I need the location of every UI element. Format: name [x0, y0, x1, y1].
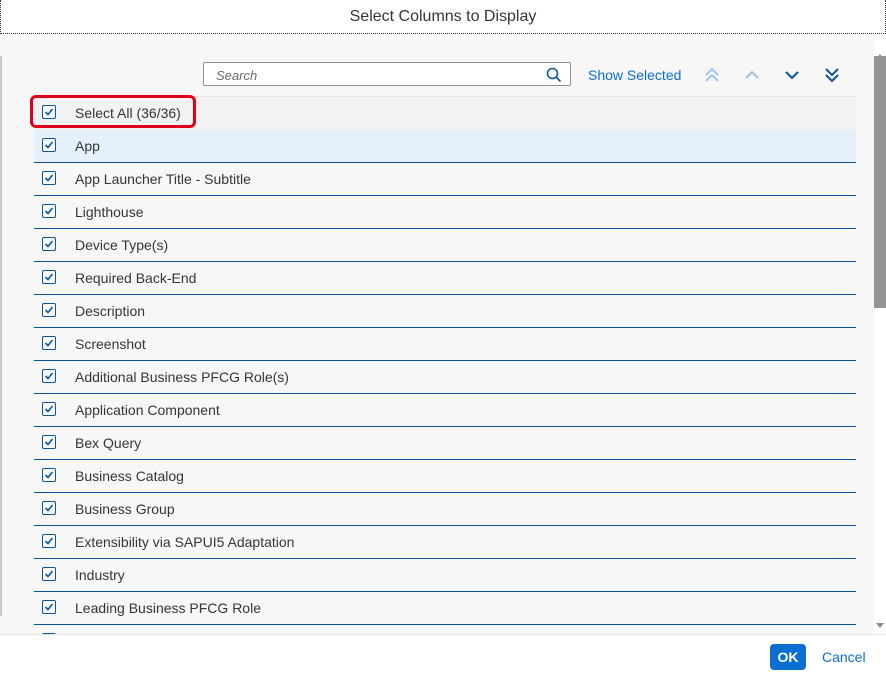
double-chevron-up-icon[interactable]: [703, 66, 721, 84]
column-label: Required Back-End: [75, 270, 197, 286]
search-input[interactable]: [214, 66, 538, 84]
column-checkbox[interactable]: [42, 171, 56, 185]
show-selected-button[interactable]: Show Selected: [588, 67, 681, 83]
scrollbar-thumb[interactable]: [874, 56, 886, 308]
column-list-item[interactable]: Business Catalog: [34, 460, 856, 493]
checkmark-icon: [44, 306, 54, 314]
column-label: Lighthouse: [75, 204, 144, 220]
column-label: Additional Business PFCG Role(s): [75, 369, 289, 385]
checkmark-icon: [44, 405, 54, 413]
column-list: Select All (36/36) App App Launcher Title…: [34, 96, 856, 634]
ok-button[interactable]: OK: [770, 644, 806, 670]
search-field[interactable]: [203, 62, 571, 86]
dialog-header: Select Columns to Display: [0, 0, 886, 34]
column-list-item[interactable]: Business Group: [34, 493, 856, 526]
checkmark-icon: [44, 174, 54, 182]
toolbar: Show Selected: [0, 62, 874, 88]
dialog-title: Select Columns to Display: [349, 8, 537, 25]
column-list-item[interactable]: Screenshot: [34, 328, 856, 361]
column-checkbox[interactable]: [42, 567, 56, 581]
annotation-highlight-box: [30, 95, 196, 128]
column-list-item[interactable]: App: [34, 130, 856, 163]
column-label: Business Group: [75, 501, 175, 517]
column-checkbox[interactable]: [42, 501, 56, 515]
column-label: Application Component: [75, 402, 220, 418]
cancel-button[interactable]: Cancel: [822, 649, 866, 665]
column-list-item[interactable]: Additional Business PFCG Role(s): [34, 361, 856, 394]
column-label: Business Catalog: [75, 468, 184, 484]
column-checkbox[interactable]: [42, 534, 56, 548]
checkmark-icon: [44, 603, 54, 611]
checkmark-icon: [44, 537, 54, 545]
checkmark-icon: [44, 273, 54, 281]
column-list-item[interactable]: Extensibility via SAPUI5 Adaptation: [34, 526, 856, 559]
column-checkbox[interactable]: [42, 270, 56, 284]
column-list-item[interactable]: Device Type(s): [34, 229, 856, 262]
column-label: Industry: [75, 567, 125, 583]
checkmark-icon: [44, 570, 54, 578]
vertical-scrollbar[interactable]: [874, 34, 886, 634]
checkmark-icon: [44, 438, 54, 446]
checkmark-icon: [44, 504, 54, 512]
column-label: App: [75, 138, 100, 154]
column-checkbox[interactable]: [42, 237, 56, 251]
column-checkbox[interactable]: [42, 336, 56, 350]
column-checkbox[interactable]: [42, 600, 56, 614]
column-checkbox[interactable]: [42, 435, 56, 449]
checkmark-icon: [44, 339, 54, 347]
column-list-item[interactable]: App Launcher Title - Subtitle: [34, 163, 856, 196]
checkmark-icon: [44, 141, 54, 149]
double-chevron-down-icon[interactable]: [823, 66, 841, 84]
resize-handle-icon[interactable]: [0, 666, 6, 672]
column-list-item[interactable]: Description: [34, 295, 856, 328]
checkmark-icon: [44, 207, 54, 215]
column-label: Device Type(s): [75, 237, 169, 253]
column-label: App Launcher Title - Subtitle: [75, 171, 251, 187]
column-list-item[interactable]: Leading Business PFCG Role: [34, 592, 856, 625]
column-checkbox[interactable]: [42, 303, 56, 317]
column-label: Extensibility via SAPUI5 Adaptation: [75, 534, 295, 550]
column-list-item[interactable]: Application Component: [34, 394, 856, 427]
column-list-item[interactable]: Bex Query: [34, 427, 856, 460]
column-checkbox[interactable]: [42, 138, 56, 152]
column-list-item[interactable]: Industry: [34, 559, 856, 592]
column-checkbox[interactable]: [42, 204, 56, 218]
dialog-footer: OK Cancel: [0, 634, 886, 675]
search-icon[interactable]: [546, 67, 562, 83]
column-list-item[interactable]: Required Back-End: [34, 262, 856, 295]
column-list-item[interactable]: [34, 625, 856, 634]
column-label: Description: [75, 303, 146, 319]
left-edge: [0, 56, 2, 616]
column-checkbox[interactable]: [42, 402, 56, 416]
checkmark-icon: [44, 372, 54, 380]
column-list-item[interactable]: Lighthouse: [34, 196, 856, 229]
column-checkbox[interactable]: [42, 369, 56, 383]
checkmark-icon: [44, 471, 54, 479]
column-label: Leading Business PFCG Role: [75, 600, 261, 616]
chevron-down-icon[interactable]: [783, 66, 801, 84]
column-label: Bex Query: [75, 435, 142, 451]
checkmark-icon: [44, 240, 54, 248]
scroll-down-arrow-icon[interactable]: [876, 623, 884, 628]
column-label: Screenshot: [75, 336, 146, 352]
chevron-up-icon[interactable]: [743, 66, 761, 84]
column-checkbox[interactable]: [42, 468, 56, 482]
